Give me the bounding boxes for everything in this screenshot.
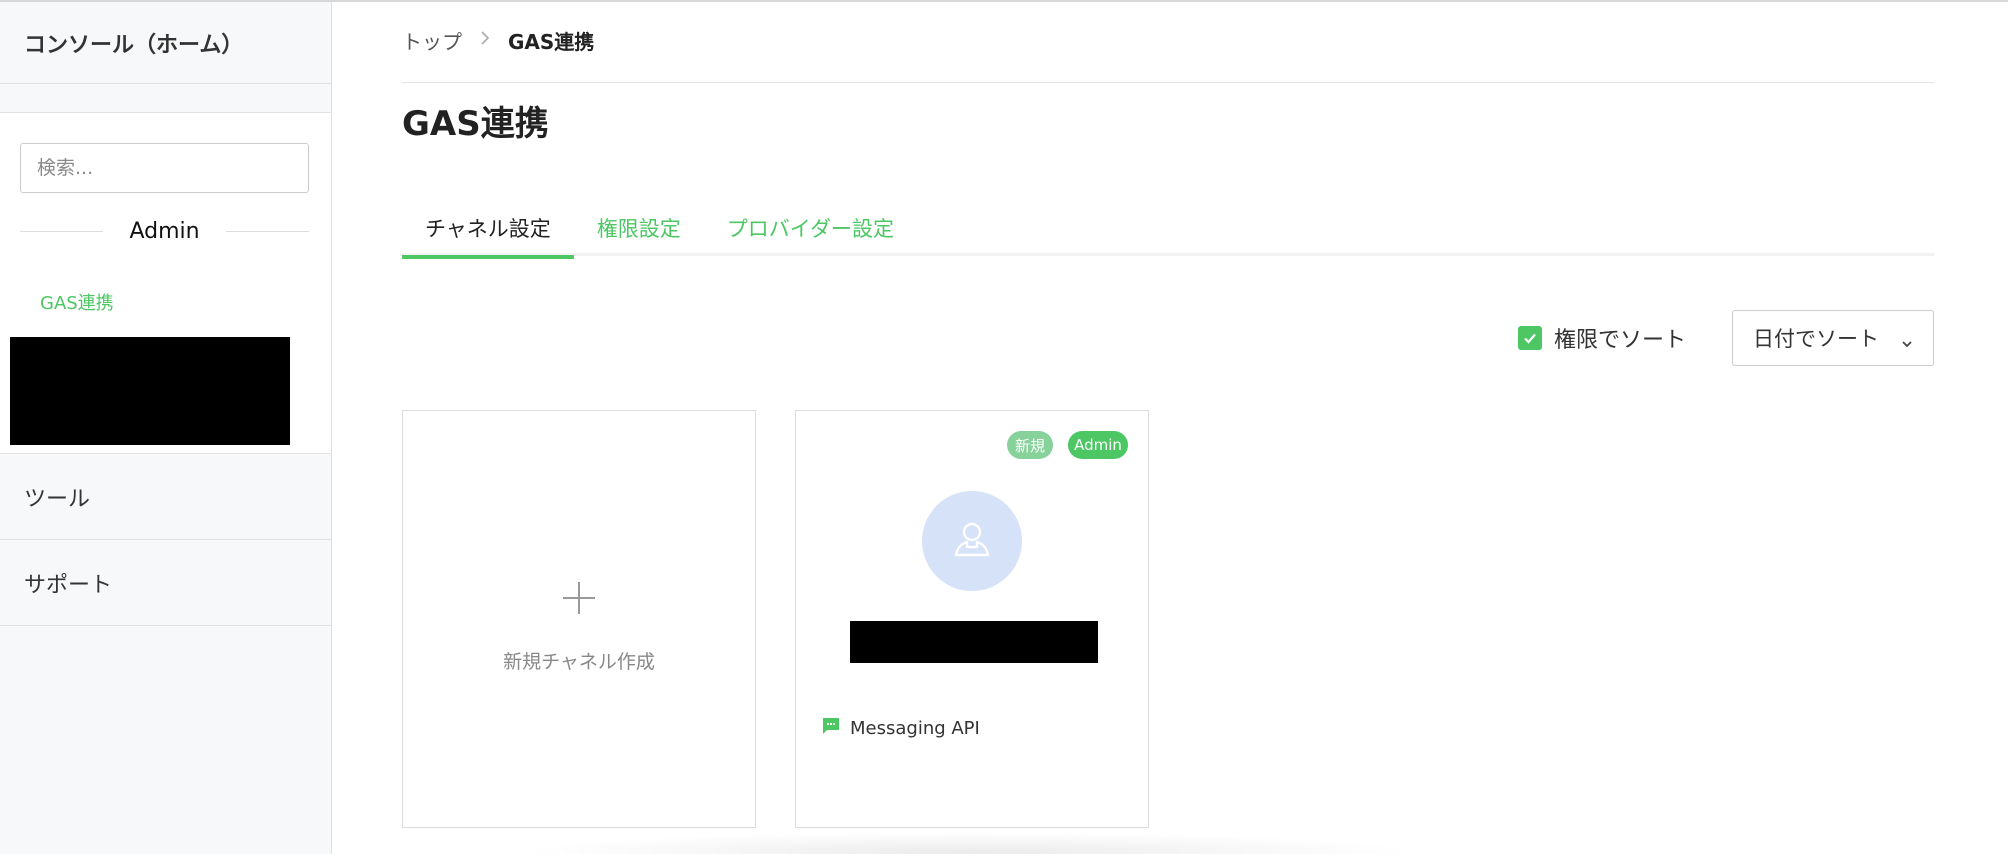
channel-type: Messaging API: [822, 717, 980, 740]
sidebar-section-divider: Admin: [20, 211, 309, 251]
main-content: トップ GAS連携 GAS連携 チャネル設定 権限設定 プロバイダー設定 権限で…: [402, 0, 1934, 854]
avatar: [922, 491, 1022, 591]
breadcrumb: トップ GAS連携: [402, 26, 594, 55]
tab-permission-settings[interactable]: 権限設定: [574, 200, 704, 256]
new-channel-label: 新規チャネル作成: [503, 651, 655, 673]
new-channel-card[interactable]: 新規チャネル作成: [402, 410, 756, 828]
sidebar-search-input[interactable]: [20, 143, 309, 193]
tab-provider-settings[interactable]: プロバイダー設定: [704, 200, 917, 256]
channel-name-redacted: [850, 621, 1098, 663]
tab-bar: チャネル設定 権限設定 プロバイダー設定: [402, 200, 1934, 259]
sidebar-item-tools[interactable]: ツール: [0, 454, 331, 540]
tab-channel-settings[interactable]: チャネル設定: [402, 200, 574, 259]
user-icon: [950, 517, 994, 565]
chevron-down-icon: [1901, 331, 1913, 355]
sidebar: コンソール（ホーム） Admin GAS連携 ツール サポート: [0, 2, 332, 854]
divider-rule-left: [20, 230, 104, 232]
new-badge: 新規: [1007, 431, 1053, 459]
channel-type-label: Messaging API: [850, 718, 980, 739]
admin-badge: Admin: [1068, 431, 1128, 459]
checkmark-icon: [1518, 326, 1542, 350]
divider-rule-right: [225, 230, 309, 232]
sort-order-select[interactable]: 日付でソート: [1732, 310, 1934, 366]
redacted-block: [10, 337, 290, 445]
plus-icon: [560, 579, 598, 621]
bottom-shadow: [520, 832, 1420, 854]
sidebar-section-label: Admin: [129, 218, 200, 244]
sidebar-item-label: ツール: [24, 486, 91, 512]
chat-bubble-icon: [822, 717, 850, 740]
sidebar-item-gas-link[interactable]: GAS連携: [40, 289, 114, 315]
breadcrumb-current: GAS連携: [508, 30, 595, 54]
sidebar-home-link[interactable]: コンソール（ホーム）: [0, 2, 331, 84]
sidebar-provider-panel: Admin GAS連携: [0, 112, 331, 454]
sort-select-value: 日付でソート: [1753, 327, 1879, 351]
breadcrumb-top-link[interactable]: トップ: [402, 26, 462, 55]
header-divider: [402, 82, 1934, 83]
page-title: GAS連携: [402, 104, 549, 144]
sort-by-permission-checkbox[interactable]: 権限でソート: [1518, 322, 1686, 354]
sidebar-item-label: サポート: [24, 572, 113, 598]
sort-checkbox-label: 権限でソート: [1554, 328, 1687, 353]
chevron-right-icon: [480, 30, 490, 51]
channel-card[interactable]: 新規 Admin Messaging API: [795, 410, 1149, 828]
sidebar-item-support[interactable]: サポート: [0, 540, 331, 626]
